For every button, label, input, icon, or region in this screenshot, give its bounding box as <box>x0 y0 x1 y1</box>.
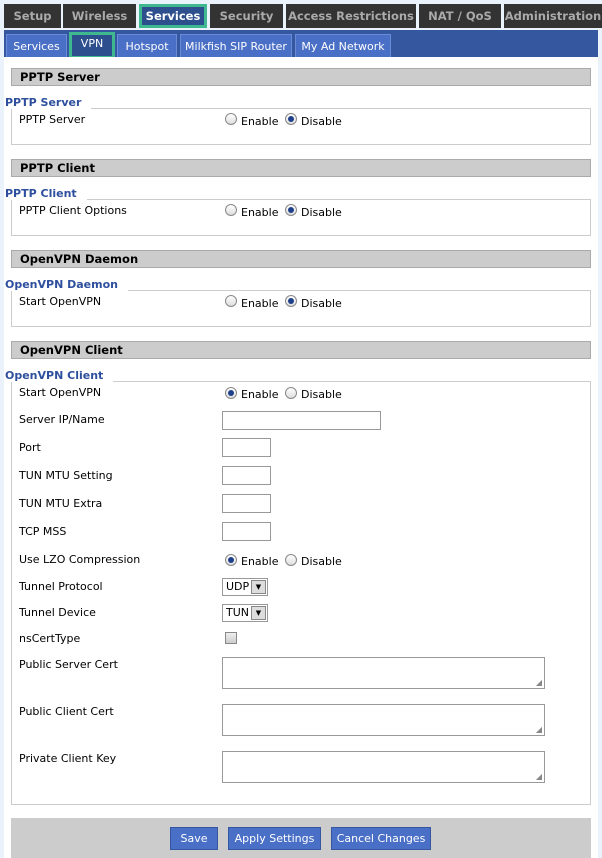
apply-settings-button[interactable]: Apply Settings <box>228 827 321 850</box>
sub-tab-services[interactable]: Services <box>6 34 67 57</box>
field-label: TUN MTU Setting <box>19 469 113 482</box>
top-tab-wireless[interactable]: Wireless <box>63 4 136 28</box>
radio-label: Disable <box>301 115 342 128</box>
sub-tab-my-ad-network[interactable]: My Ad Network <box>295 34 391 57</box>
tcp-mss-input[interactable] <box>222 522 271 541</box>
section-header: PPTP Server <box>11 68 591 86</box>
server-ip-input[interactable] <box>222 411 381 430</box>
field-label: Public Client Cert <box>19 705 114 718</box>
public-server-cert-textarea[interactable]: ◢ <box>222 657 545 689</box>
fieldset-legend: OpenVPN Daemon <box>5 278 128 291</box>
openvpn-daemon-disable-radio[interactable] <box>285 295 297 307</box>
field-label: nsCertType <box>19 632 81 645</box>
tunnel-device-select[interactable]: TUN ▼ <box>222 604 268 622</box>
field-label: TCP MSS <box>19 525 67 538</box>
resize-grip-icon[interactable]: ◢ <box>536 772 542 781</box>
sub-tab-vpn[interactable]: VPN <box>69 32 115 59</box>
lzo-enable-radio[interactable] <box>225 554 237 566</box>
select-value: TUN <box>226 606 249 619</box>
resize-grip-icon[interactable]: ◢ <box>536 725 542 734</box>
openvpn-client-enable-radio[interactable] <box>225 387 237 399</box>
radio-label: Disable <box>301 297 342 310</box>
chevron-down-icon: ▼ <box>251 580 266 594</box>
field-label: TUN MTU Extra <box>19 497 103 510</box>
private-client-key-textarea[interactable]: ◢ <box>222 751 545 783</box>
radio-label: Disable <box>301 206 342 219</box>
fieldset-legend: PPTP Client <box>5 187 87 200</box>
radio-label: Enable <box>241 555 279 568</box>
lzo-disable-radio[interactable] <box>285 554 297 566</box>
field-label: Start OpenVPN <box>19 295 102 308</box>
radio-label: Enable <box>241 297 279 310</box>
radio-label: Disable <box>301 388 342 401</box>
radio-label: Enable <box>241 206 279 219</box>
pptp-client-enable-radio[interactable] <box>225 204 237 216</box>
fieldset-legend: PPTP Server <box>5 96 92 109</box>
field-label: Server IP/Name <box>19 413 105 426</box>
save-button[interactable]: Save <box>170 827 218 850</box>
tunnel-protocol-select[interactable]: UDP ▼ <box>222 578 268 596</box>
field-label: Tunnel Device <box>19 606 96 619</box>
radio-label: Enable <box>241 388 279 401</box>
openvpn-daemon-enable-radio[interactable] <box>225 295 237 307</box>
fieldset-legend: OpenVPN Client <box>5 369 114 382</box>
top-tab-administration[interactable]: Administration <box>504 4 602 28</box>
chevron-down-icon: ▼ <box>251 606 266 620</box>
section-header: OpenVPN Client <box>11 341 591 359</box>
select-value: UDP <box>226 580 250 593</box>
sub-tab-milkfish[interactable]: Milkfish SIP Router <box>180 34 292 57</box>
field-label: PPTP Server <box>19 113 86 126</box>
section-header: PPTP Client <box>11 159 591 177</box>
field-label: Use LZO Compression <box>19 553 141 566</box>
section-header: OpenVPN Daemon <box>11 250 591 268</box>
resize-grip-icon[interactable]: ◢ <box>536 678 542 687</box>
field-label: Tunnel Protocol <box>19 580 103 593</box>
field-label: PPTP Client Options <box>19 204 127 217</box>
top-tab-services[interactable]: Services <box>139 4 207 28</box>
port-input[interactable] <box>222 438 271 457</box>
pptp-server-disable-radio[interactable] <box>285 113 297 125</box>
field-label: Public Server Cert <box>19 658 118 671</box>
nscerttype-checkbox[interactable] <box>225 632 237 644</box>
sub-tab-hotspot[interactable]: Hotspot <box>117 34 177 57</box>
top-tab-setup[interactable]: Setup <box>4 4 61 28</box>
field-label: Start OpenVPN <box>19 386 102 399</box>
cancel-changes-button[interactable]: Cancel Changes <box>331 827 431 850</box>
field-label: Private Client Key <box>19 752 117 765</box>
public-client-cert-textarea[interactable]: ◢ <box>222 704 545 736</box>
openvpn-client-disable-radio[interactable] <box>285 387 297 399</box>
top-tab-security[interactable]: Security <box>210 4 283 28</box>
pptp-server-enable-radio[interactable] <box>225 113 237 125</box>
top-tab-access-restrictions[interactable]: Access Restrictions <box>286 4 416 28</box>
tun-mtu-input[interactable] <box>222 466 271 485</box>
radio-label: Disable <box>301 555 342 568</box>
pptp-client-disable-radio[interactable] <box>285 204 297 216</box>
tun-mtu-extra-input[interactable] <box>222 494 271 513</box>
top-tab-nat-qos[interactable]: NAT / QoS <box>419 4 501 28</box>
radio-label: Enable <box>241 115 279 128</box>
fieldset <box>11 381 591 805</box>
field-label: Port <box>19 441 41 454</box>
